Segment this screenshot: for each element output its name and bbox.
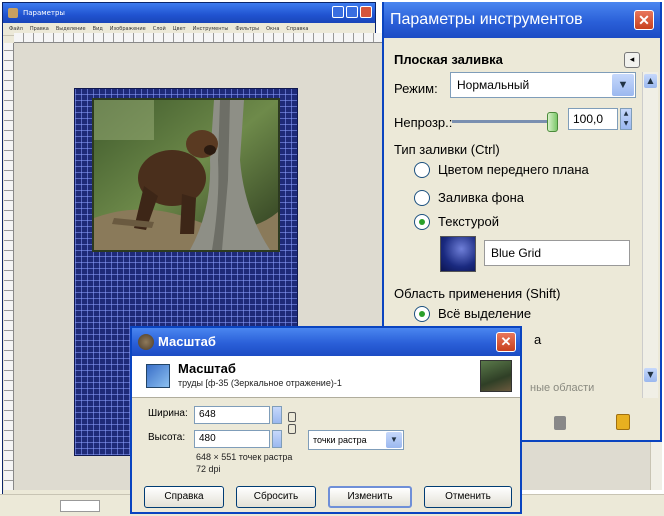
scale-dialog-title: Масштаб xyxy=(158,334,216,349)
menu-view[interactable]: Вид xyxy=(93,26,103,32)
reset-icon[interactable] xyxy=(616,414,630,430)
menu-edit[interactable]: Правка xyxy=(30,26,49,32)
mode-label: Режим: xyxy=(394,81,438,96)
close-icon[interactable]: ✕ xyxy=(634,10,654,30)
menu-select[interactable]: Выделение xyxy=(56,26,86,32)
gimp-wilber-icon xyxy=(138,334,154,350)
height-input[interactable]: 480 xyxy=(194,430,270,448)
opacity-label: Непрозр.: xyxy=(394,115,453,130)
menu-filters[interactable]: Фильтры xyxy=(235,26,259,32)
bear-photo xyxy=(92,98,280,252)
menu-tools[interactable]: Инструменты xyxy=(193,26,229,32)
height-spinner[interactable] xyxy=(272,430,282,448)
menu-colors[interactable]: Цвет xyxy=(173,26,186,32)
scale-dialog-header: Масштаб труды [ф-35 (Зеркальное отражени… xyxy=(132,356,520,398)
scroll-up-icon[interactable]: ▲ xyxy=(644,74,657,88)
fill-pattern-label[interactable]: Текстурой xyxy=(438,214,499,229)
pattern-name-field[interactable]: Blue Grid xyxy=(484,240,630,266)
scale-heading: Масштаб xyxy=(178,361,236,376)
scale-icon xyxy=(146,364,170,388)
scale-button[interactable]: Изменить xyxy=(328,486,412,508)
image-thumbnail xyxy=(480,360,512,392)
opacity-slider[interactable] xyxy=(452,112,558,132)
vertical-ruler[interactable] xyxy=(4,43,14,490)
gimp-title-bar[interactable]: Параметры xyxy=(3,3,375,23)
width-label: Ширина: xyxy=(148,408,188,419)
gimp-window-icon xyxy=(8,8,18,18)
menu-image[interactable]: Изображение xyxy=(110,26,146,32)
tool-name-heading: Плоская заливка xyxy=(394,52,503,67)
area-selection-label[interactable]: Всё выделение xyxy=(438,306,531,321)
gimp-window-title: Параметры xyxy=(23,9,65,17)
minimize-button[interactable] xyxy=(332,6,344,18)
units-dropdown[interactable]: точки растра ▼ xyxy=(308,430,404,450)
opacity-spinner[interactable]: ▲ ▼ xyxy=(620,108,632,130)
fill-bg-label[interactable]: Заливка фона xyxy=(438,190,524,205)
close-button[interactable] xyxy=(360,6,372,18)
mode-dropdown[interactable]: Нормальный ▼ xyxy=(450,72,636,98)
chain-link-bottom-icon[interactable] xyxy=(288,424,296,434)
width-spinner[interactable] xyxy=(272,406,282,424)
desktop: Параметры Файл Правка Выделение Вид Изоб… xyxy=(0,0,664,516)
tool-options-title-bar[interactable]: Параметры инструментов ✕ xyxy=(384,2,660,38)
zoom-selector[interactable] xyxy=(60,500,100,512)
scale-dialog: Масштаб ✕ Масштаб труды [ф-35 (Зеркально… xyxy=(130,326,522,514)
similar-regions-partial-label: ные области xyxy=(530,382,595,394)
bear-photo-image xyxy=(94,100,278,250)
menu-file[interactable]: Файл xyxy=(9,26,23,32)
fill-fg-radio[interactable] xyxy=(414,162,430,178)
menu-windows[interactable]: Окна xyxy=(266,26,279,32)
pattern-preview[interactable] xyxy=(440,236,476,272)
opacity-input[interactable]: 100,0 xyxy=(568,108,618,130)
area-selection-radio[interactable] xyxy=(414,306,430,322)
scale-dialog-title-bar[interactable]: Масштаб ✕ xyxy=(132,328,520,356)
panel-menu-icon[interactable]: ◂ xyxy=(624,52,640,68)
chevron-down-icon[interactable]: ▼ xyxy=(386,432,402,448)
fill-pattern-radio[interactable] xyxy=(414,214,430,230)
menu-help[interactable]: Справка xyxy=(286,26,308,32)
tool-options-scrollbar[interactable]: ▲ ▼ xyxy=(642,72,658,398)
mode-value: Нормальный xyxy=(457,78,530,92)
reset-button[interactable]: Сбросить xyxy=(236,486,316,508)
fill-bg-radio[interactable] xyxy=(414,190,430,206)
close-icon[interactable]: ✕ xyxy=(496,332,516,352)
chevron-down-icon[interactable]: ▼ xyxy=(612,74,634,96)
chain-link-icon[interactable] xyxy=(288,412,296,422)
units-value: точки растра xyxy=(313,435,367,445)
affected-area-label: Область применения (Shift) xyxy=(394,286,561,301)
scale-subheading: труды [ф-35 (Зеркальное отражение)-1 xyxy=(178,378,342,388)
cancel-button[interactable]: Отменить xyxy=(424,486,512,508)
image-size-info: 648 × 551 точек растра xyxy=(196,452,293,462)
opacity-slider-fill xyxy=(452,120,552,123)
area-similar-label-partial[interactable]: а xyxy=(534,332,541,347)
resolution-info: 72 dpi xyxy=(196,464,221,474)
menu-layer[interactable]: Слой xyxy=(153,26,166,32)
opacity-slider-handle[interactable] xyxy=(547,112,558,132)
maximize-button[interactable] xyxy=(346,6,358,18)
delete-icon[interactable] xyxy=(554,416,566,430)
gimp-window-controls xyxy=(332,6,372,18)
fill-fg-label[interactable]: Цветом переднего плана xyxy=(438,162,589,177)
height-label: Высота: xyxy=(148,432,186,443)
scroll-down-icon[interactable]: ▼ xyxy=(644,368,657,382)
fill-type-label: Тип заливки (Ctrl) xyxy=(394,142,500,157)
help-button[interactable]: Справка xyxy=(144,486,224,508)
tool-options-title: Параметры инструментов xyxy=(390,11,583,28)
width-input[interactable]: 648 xyxy=(194,406,270,424)
